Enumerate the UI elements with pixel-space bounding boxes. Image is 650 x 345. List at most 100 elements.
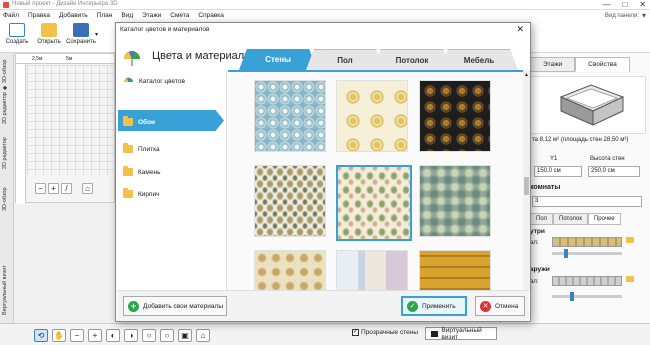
- zoom-in-icon[interactable]: +: [48, 183, 59, 194]
- home-icon[interactable]: ⌂: [82, 183, 93, 194]
- tilt-up-icon[interactable]: ○: [142, 329, 156, 342]
- apply-button[interactable]: ✓ Применить: [401, 296, 467, 316]
- material-tile[interactable]: [336, 250, 408, 290]
- view-area: [15, 205, 115, 323]
- outside-material-swatch[interactable]: [552, 276, 622, 286]
- menu-plan[interactable]: План: [97, 12, 113, 19]
- camera-icon[interactable]: ▣: [178, 329, 192, 342]
- virtual-visit-label: Виртуальный визит: [441, 326, 482, 341]
- view-panel-selector[interactable]: Вид панели: ▾: [605, 11, 646, 20]
- menu-help[interactable]: Справка: [198, 12, 224, 19]
- chevron-down-icon: ▾: [641, 11, 646, 20]
- orbit-left-icon[interactable]: ◐: [106, 329, 120, 342]
- room-3d-icon: [559, 84, 625, 126]
- material-tile[interactable]: [254, 80, 326, 152]
- add-materials-label: Добавить свои материалы: [143, 302, 223, 310]
- scrollbar-thumb[interactable]: [524, 177, 529, 195]
- zoom-out-icon[interactable]: −: [70, 329, 84, 342]
- sidebar-item-brick[interactable]: Кирпич: [123, 188, 160, 198]
- gallery-scrollbar[interactable]: ▲: [523, 70, 530, 290]
- sidebar-item-wallpaper[interactable]: Обои: [123, 116, 155, 126]
- material-tile[interactable]: [336, 80, 408, 152]
- y1-field[interactable]: 150,0 см: [534, 166, 582, 177]
- save-label: Сохранить: [66, 39, 96, 45]
- menu-estimate[interactable]: Смета: [170, 12, 189, 19]
- floppy-icon: [73, 23, 89, 37]
- tab-floor[interactable]: Пол: [306, 49, 384, 70]
- scroll-up-icon[interactable]: ▲: [524, 72, 529, 78]
- material-tile[interactable]: [419, 250, 491, 290]
- create-button[interactable]: Создать: [2, 23, 32, 45]
- tab-furniture[interactable]: Мебель: [440, 49, 518, 70]
- view-panel-label: Вид панели:: [604, 12, 639, 19]
- tab-2d-editor[interactable]: 2D редактор: [2, 133, 12, 173]
- sidebar-item-label: Плитка: [138, 145, 160, 153]
- wall-height-field[interactable]: 250,0 см: [588, 166, 640, 177]
- tab-3d-view[interactable]: 3D-обзор: [2, 181, 12, 217]
- tab-properties[interactable]: Свойства: [575, 57, 630, 72]
- material-label-outside: ал:: [530, 279, 539, 285]
- tab-floor[interactable]: Пол: [530, 213, 554, 225]
- material-tile-selected[interactable]: [336, 165, 412, 241]
- folder-icon[interactable]: [626, 276, 634, 282]
- rotate-icon[interactable]: ⟲: [34, 329, 48, 342]
- material-tile[interactable]: [254, 250, 326, 290]
- inside-slider[interactable]: [552, 249, 622, 258]
- transparent-walls-toggle[interactable]: ✓ Прозрачные стены: [352, 329, 418, 336]
- menu-view[interactable]: Вид: [121, 12, 133, 19]
- y1-label: Y1: [550, 156, 558, 162]
- open-button[interactable]: Открыть: [34, 23, 64, 45]
- outside-slider[interactable]: [552, 292, 622, 301]
- tab-walls[interactable]: Стены: [239, 49, 317, 70]
- tilt-down-icon[interactable]: ○: [160, 329, 174, 342]
- add-materials-button[interactable]: + Добавить свои материалы: [123, 296, 227, 316]
- tab-2d-3d[interactable]: 2D редактор ◆ 3D-обзор: [2, 57, 12, 127]
- folder-icon: [123, 188, 133, 198]
- sidebar-item-label: Кирпич: [138, 190, 160, 198]
- minimize-button[interactable]: —: [602, 0, 610, 9]
- save-button[interactable]: Сохранить: [66, 23, 96, 45]
- folder-icon[interactable]: [626, 237, 634, 243]
- zoom-in-icon[interactable]: +: [88, 329, 102, 342]
- ruler-mark: 5м: [66, 56, 73, 62]
- check-icon: ✓: [407, 300, 418, 312]
- menu-file[interactable]: Файл: [3, 12, 19, 19]
- dialog-close-button[interactable]: ✕: [516, 24, 524, 35]
- menu-floors[interactable]: Этажи: [142, 12, 161, 19]
- orbit-right-icon[interactable]: ◑: [124, 329, 138, 342]
- virtual-visit-button[interactable]: Виртуальный визит: [425, 326, 497, 341]
- slider-knob[interactable]: [564, 249, 568, 258]
- save-dropdown-icon[interactable]: ▾: [95, 31, 98, 38]
- material-tile[interactable]: [419, 80, 491, 152]
- sidebar-item-stone[interactable]: Камень: [123, 166, 160, 176]
- checkbox-checked-icon[interactable]: ✓: [352, 329, 359, 336]
- cancel-icon: ✕: [480, 300, 491, 312]
- tab-floors[interactable]: Этажи: [530, 57, 576, 72]
- menu-add[interactable]: Добавить: [59, 12, 88, 19]
- tab-other[interactable]: Прочее: [587, 213, 621, 225]
- material-tile[interactable]: [419, 165, 491, 237]
- video-camera-icon: [431, 330, 439, 337]
- hand-icon[interactable]: ✋: [52, 329, 66, 342]
- material-tile[interactable]: [254, 165, 326, 237]
- room-name-field[interactable]: 3: [532, 196, 642, 207]
- sidebar-item-color-catalog[interactable]: Каталог цветов: [123, 76, 185, 87]
- tab-ceiling[interactable]: Потолок: [373, 49, 451, 70]
- plan-editor[interactable]: 2,5м 5м: [15, 53, 115, 204]
- tab-virtual-visit[interactable]: Виртуальный визит: [2, 263, 12, 318]
- maximize-button[interactable]: □: [622, 0, 627, 9]
- ruler-icon[interactable]: /: [61, 183, 72, 194]
- home-icon[interactable]: ⌂: [196, 329, 210, 342]
- plan-grid[interactable]: [27, 65, 115, 175]
- inside-material-swatch[interactable]: [552, 237, 622, 247]
- room-section-header: комнаты: [530, 184, 561, 191]
- menu-edit[interactable]: Правка: [28, 12, 50, 19]
- tab-ceiling[interactable]: Потолок: [553, 213, 588, 225]
- outside-label: аружи: [530, 266, 550, 273]
- cancel-button[interactable]: ✕ Отмена: [475, 296, 525, 316]
- zoom-out-icon[interactable]: −: [35, 183, 46, 194]
- close-window-button[interactable]: ✕: [639, 0, 646, 9]
- sidebar-item-tile[interactable]: Плитка: [123, 143, 160, 153]
- title-bar: Новый проект - Дизайн Интерьера 3D — □ ✕: [0, 0, 650, 10]
- slider-knob[interactable]: [570, 292, 574, 301]
